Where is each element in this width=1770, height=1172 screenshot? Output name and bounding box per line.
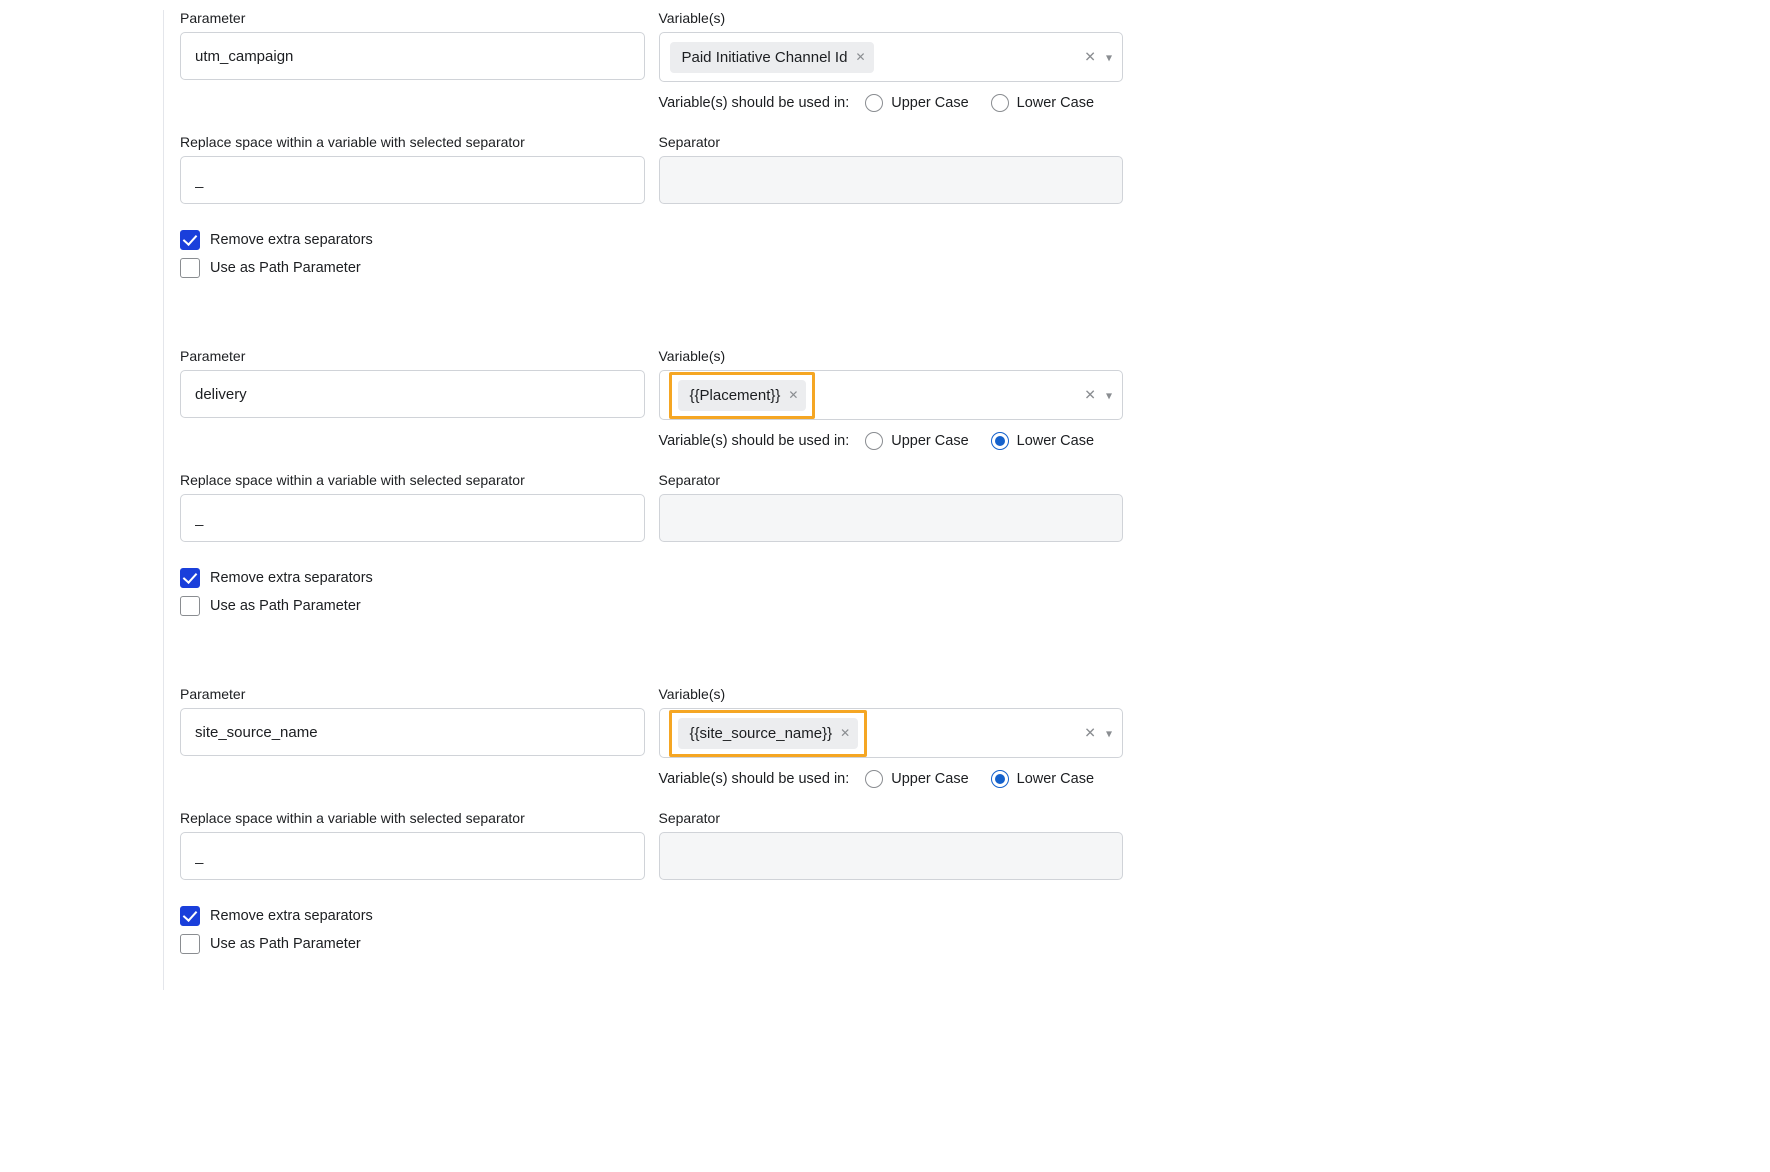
clear-icon[interactable]: ✕ (1084, 49, 1096, 66)
variables-label: Variable(s) (659, 348, 1124, 364)
chevron-down-icon[interactable]: ▾ (1106, 50, 1112, 64)
radio-icon (991, 94, 1009, 112)
remove-extra-label: Remove extra separators (210, 570, 373, 586)
remove-tag-icon[interactable]: ✕ (855, 50, 865, 64)
path-param-label: Use as Path Parameter (210, 598, 361, 614)
clear-icon[interactable]: ✕ (1084, 387, 1096, 404)
upper-case-radio[interactable]: Upper Case (865, 432, 968, 450)
variable-tag-text: Paid Initiative Channel Id (682, 49, 848, 66)
variable-tag: Paid Initiative Channel Id ✕ (670, 42, 874, 73)
radio-icon (865, 94, 883, 112)
separator-label: Separator (659, 810, 1124, 826)
variables-select[interactable]: {{site_source_name}} ✕ ✕ ▾ (659, 708, 1124, 758)
replace-space-label: Replace space within a variable with sel… (180, 134, 645, 150)
variable-tag: {{Placement}} ✕ (678, 380, 807, 411)
parameter-input[interactable] (180, 32, 645, 80)
lower-case-radio[interactable]: Lower Case (991, 432, 1094, 450)
chevron-down-icon[interactable]: ▾ (1106, 726, 1112, 740)
separator-input[interactable] (659, 832, 1124, 880)
case-caption: Variable(s) should be used in: (659, 433, 850, 449)
upper-case-radio[interactable]: Upper Case (865, 94, 968, 112)
separator-input[interactable] (659, 156, 1124, 204)
radio-icon (991, 432, 1009, 450)
parameter-label: Parameter (180, 10, 645, 26)
separator-label: Separator (659, 472, 1124, 488)
replace-space-label: Replace space within a variable with sel… (180, 810, 645, 826)
remove-tag-icon[interactable]: ✕ (788, 388, 798, 402)
replace-space-input[interactable] (180, 494, 645, 542)
remove-extra-checkbox[interactable] (180, 906, 200, 926)
path-param-checkbox[interactable] (180, 596, 200, 616)
remove-tag-icon[interactable]: ✕ (840, 726, 850, 740)
parameter-section: Parameter Variable(s) Paid Initiative Chan… (180, 10, 1123, 314)
remove-extra-checkbox[interactable] (180, 230, 200, 250)
separator-label: Separator (659, 134, 1124, 150)
radio-icon (991, 770, 1009, 788)
variable-tag: {{site_source_name}} ✕ (678, 718, 859, 749)
parameter-label: Parameter (180, 686, 645, 702)
parameter-section: Parameter Variable(s) {{Placement}} ✕ ✕ ▾ Vari… (180, 348, 1123, 652)
radio-icon (865, 432, 883, 450)
lower-case-label: Lower Case (1017, 433, 1094, 449)
upper-case-radio[interactable]: Upper Case (865, 770, 968, 788)
remove-extra-checkbox[interactable] (180, 568, 200, 588)
chevron-down-icon[interactable]: ▾ (1106, 388, 1112, 402)
variable-tag-text: {{site_source_name}} (690, 725, 833, 742)
upper-case-label: Upper Case (891, 95, 968, 111)
path-param-label: Use as Path Parameter (210, 260, 361, 276)
lower-case-radio[interactable]: Lower Case (991, 770, 1094, 788)
parameter-input[interactable] (180, 708, 645, 756)
radio-icon (865, 770, 883, 788)
clear-icon[interactable]: ✕ (1084, 725, 1096, 742)
replace-space-label: Replace space within a variable with sel… (180, 472, 645, 488)
remove-extra-label: Remove extra separators (210, 908, 373, 924)
parameter-input[interactable] (180, 370, 645, 418)
case-caption: Variable(s) should be used in: (659, 771, 850, 787)
variable-tag-text: {{Placement}} (690, 387, 781, 404)
remove-extra-label: Remove extra separators (210, 232, 373, 248)
upper-case-label: Upper Case (891, 433, 968, 449)
highlight-box: {{Placement}} ✕ (669, 372, 816, 419)
path-param-label: Use as Path Parameter (210, 936, 361, 952)
replace-space-input[interactable] (180, 156, 645, 204)
variables-label: Variable(s) (659, 686, 1124, 702)
path-param-checkbox[interactable] (180, 258, 200, 278)
highlight-box: {{site_source_name}} ✕ (669, 710, 868, 757)
path-param-checkbox[interactable] (180, 934, 200, 954)
lower-case-label: Lower Case (1017, 771, 1094, 787)
case-caption: Variable(s) should be used in: (659, 95, 850, 111)
lower-case-radio[interactable]: Lower Case (991, 94, 1094, 112)
parameter-section: Parameter Variable(s) {{site_source_name}}… (180, 686, 1123, 990)
upper-case-label: Upper Case (891, 771, 968, 787)
replace-space-input[interactable] (180, 832, 645, 880)
variables-select[interactable]: Paid Initiative Channel Id ✕ ✕ ▾ (659, 32, 1124, 82)
separator-input[interactable] (659, 494, 1124, 542)
lower-case-label: Lower Case (1017, 95, 1094, 111)
variables-select[interactable]: {{Placement}} ✕ ✕ ▾ (659, 370, 1124, 420)
variables-label: Variable(s) (659, 10, 1124, 26)
parameter-label: Parameter (180, 348, 645, 364)
